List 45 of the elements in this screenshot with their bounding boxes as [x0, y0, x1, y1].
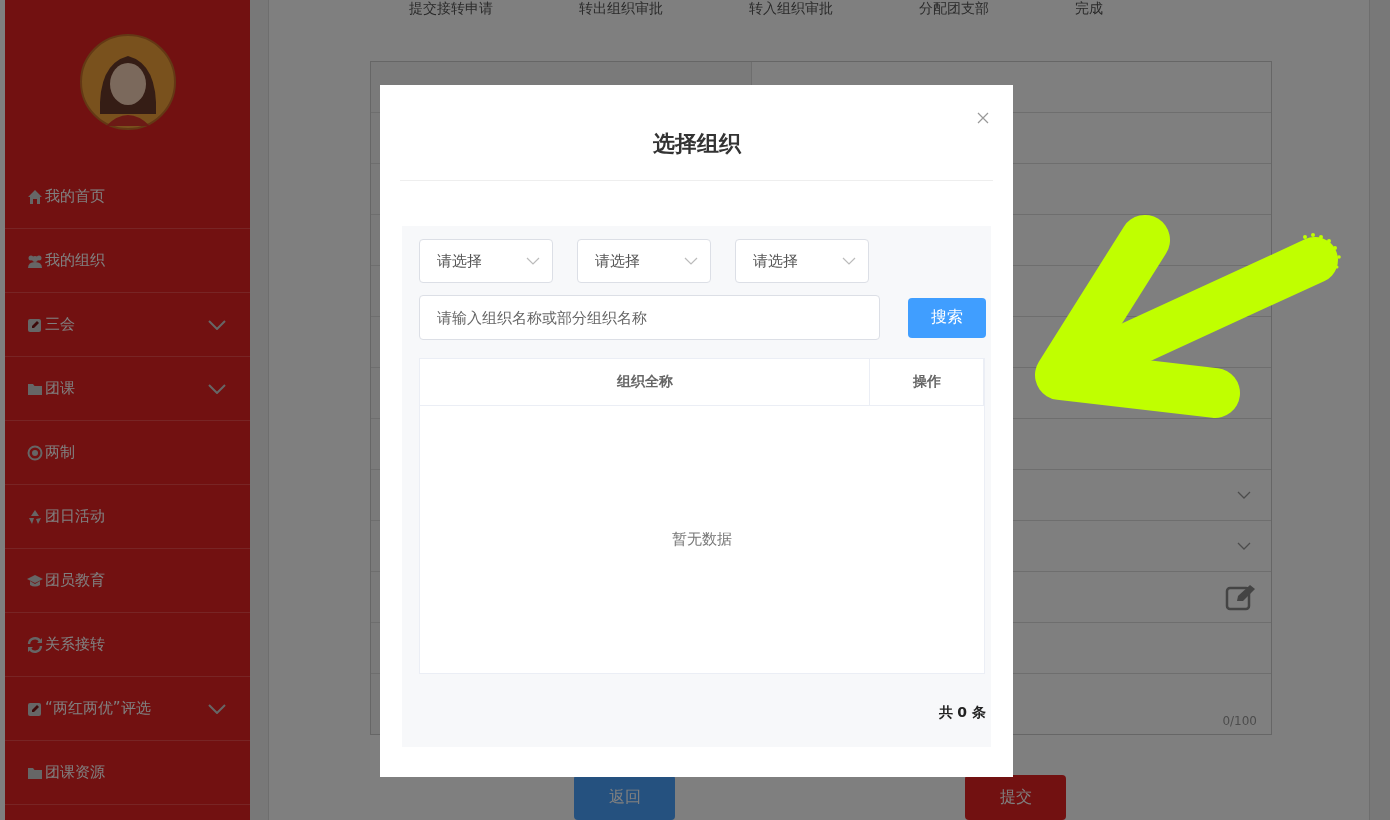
cap-icon [27, 572, 43, 589]
sidebar-item[interactable]: 我的首页 [5, 165, 250, 229]
step-label: 分配团支部 [919, 0, 989, 18]
sidebar-item[interactable]: 团日活动 [5, 485, 250, 549]
back-button[interactable]: 返回 [574, 775, 675, 820]
chevron-icon [684, 257, 698, 265]
select-field[interactable]: 请选择 [735, 239, 869, 283]
sidebar-item[interactable]: 我的组织 [5, 229, 250, 293]
chevron-icon [208, 703, 226, 714]
sidebar-item[interactable]: 团课 [5, 357, 250, 421]
avatar-icon [79, 34, 176, 130]
step-label: 提交接转申请 [409, 0, 493, 18]
step-label: 转入组织审批 [749, 0, 833, 18]
submit-button[interactable]: 提交 [965, 775, 1066, 820]
column-header: 操作 [870, 359, 984, 405]
empty-message: 暂无数据 [672, 530, 732, 549]
recycle-icon [27, 508, 43, 525]
column-header: 组织全称 [420, 359, 871, 405]
home-icon [27, 188, 43, 205]
chevron-icon [208, 383, 226, 394]
search-button[interactable]: 搜索 [908, 297, 986, 338]
select-field[interactable]: 请选择 [419, 239, 553, 283]
refresh-icon [27, 636, 43, 653]
edit-icon[interactable] [1225, 583, 1257, 611]
target-icon [27, 444, 43, 461]
chevron-icon [842, 257, 856, 265]
close-button[interactable] [977, 112, 989, 124]
total-count: 共 0 条 [938, 704, 986, 722]
sidebar-item[interactable]: 三会 [5, 293, 250, 357]
dialog-title: 选择组织 [400, 85, 993, 181]
sidebar-item[interactable]: “两红两优”评选 [5, 677, 250, 741]
step-label: 转出组织审批 [579, 0, 663, 18]
sidebar-item[interactable]: 团课资源 [5, 741, 250, 805]
sidebar-item[interactable]: 团员教育 [5, 549, 250, 613]
search-field[interactable]: 请输入组织名称或部分组织名称 [419, 295, 880, 340]
sidebar-item[interactable]: 关系接转 [5, 613, 250, 677]
chevron-icon [208, 319, 226, 330]
edit-icon [27, 316, 43, 333]
edit-icon [27, 700, 43, 717]
chevron-icon [526, 257, 540, 265]
sidebar-item[interactable]: 两制 [5, 421, 250, 485]
chevron-icon [1237, 542, 1251, 550]
chevron-icon [1237, 491, 1251, 499]
select-field[interactable]: 请选择 [577, 239, 711, 283]
step-label: 完成 [1075, 0, 1103, 18]
